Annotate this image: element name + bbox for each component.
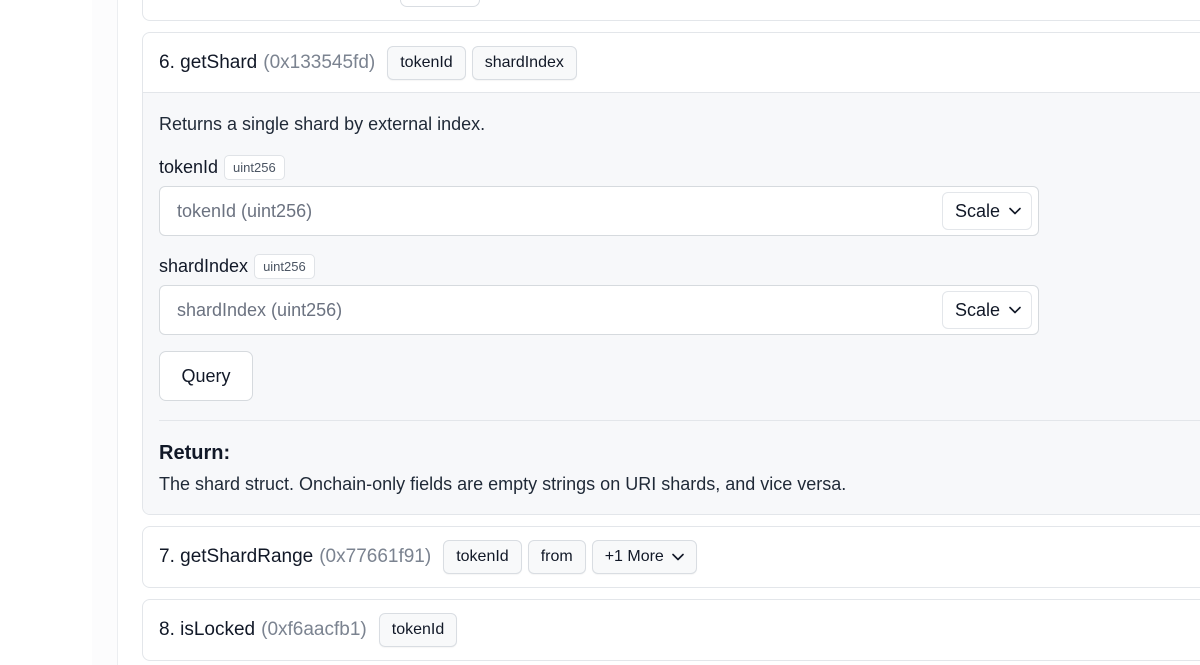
scale-dropdown[interactable]: Scale <box>942 291 1032 329</box>
query-button[interactable]: Query <box>159 351 253 401</box>
scale-label: Scale <box>955 200 1001 221</box>
function-body: Returns a single shard by external index… <box>143 93 1200 514</box>
param-chip-tokenId[interactable]: tokenId <box>378 613 458 647</box>
function-card-getShard: 6. getShard (0x133545fd) tokenId shardIn… <box>142 32 1200 515</box>
tokenId-input-wrapper: Scale <box>159 186 1039 236</box>
param-label-row: tokenId uint256 <box>159 154 1200 180</box>
scale-dropdown[interactable]: Scale <box>942 192 1032 230</box>
param-label-tokenId: tokenId <box>159 156 219 177</box>
param-chips: tokenId <box>373 613 458 647</box>
divider <box>159 420 1200 421</box>
function-header[interactable]: 6. getShard (0x133545fd) tokenId shardIn… <box>143 33 1200 93</box>
function-card-getShardRange: 7. getShardRange (0x77661f91) tokenId fr… <box>142 526 1200 588</box>
function-header[interactable]: 8. isLocked (0xf6aacfb1) tokenId <box>143 600 1200 660</box>
return-description: The shard struct. Onchain-only fields ar… <box>159 474 847 494</box>
chip-partial[interactable] <box>400 0 480 7</box>
function-header[interactable]: 7. getShardRange (0x77661f91) tokenId fr… <box>143 527 1200 587</box>
param-chip-shardIndex[interactable]: shardIndex <box>471 45 577 80</box>
function-selector: (0x77661f91) <box>319 546 432 567</box>
shardIndex-input[interactable] <box>177 299 877 321</box>
param-chips: tokenId from +1 More <box>437 540 697 574</box>
function-title: 6. getShard <box>159 51 258 73</box>
function-selector: (0x133545fd) <box>263 51 376 73</box>
scale-label: Scale <box>955 299 1001 320</box>
type-badge: uint256 <box>224 154 285 180</box>
more-params-button[interactable]: +1 More <box>591 540 697 574</box>
param-chip-from[interactable]: from <box>527 540 586 574</box>
return-title: Return: <box>159 442 231 464</box>
param-label-shardIndex: shardIndex <box>159 255 249 276</box>
sidebar <box>0 0 118 665</box>
function-title: 7. getShardRange <box>159 546 314 567</box>
function-title: 8. isLocked <box>159 619 256 640</box>
function-description: Returns a single shard by external index… <box>159 114 486 134</box>
tokenId-input[interactable] <box>177 200 877 222</box>
function-card-isLocked: 8. isLocked (0xf6aacfb1) tokenId <box>142 599 1200 661</box>
param-chip-tokenId[interactable]: tokenId <box>443 540 522 574</box>
chevron-down-icon <box>672 550 684 564</box>
function-card-previous <box>142 0 1200 21</box>
param-chip-tokenId[interactable]: tokenId <box>387 45 466 80</box>
more-label: +1 More <box>604 548 664 565</box>
param-label-row: shardIndex uint256 <box>159 253 1200 279</box>
chevron-down-icon <box>1009 303 1021 317</box>
type-badge: uint256 <box>254 253 315 279</box>
param-chips: tokenId shardIndex <box>381 45 577 80</box>
function-selector: (0xf6aacfb1) <box>261 619 367 640</box>
shardIndex-input-wrapper: Scale <box>159 285 1039 335</box>
chevron-down-icon <box>1009 204 1021 218</box>
